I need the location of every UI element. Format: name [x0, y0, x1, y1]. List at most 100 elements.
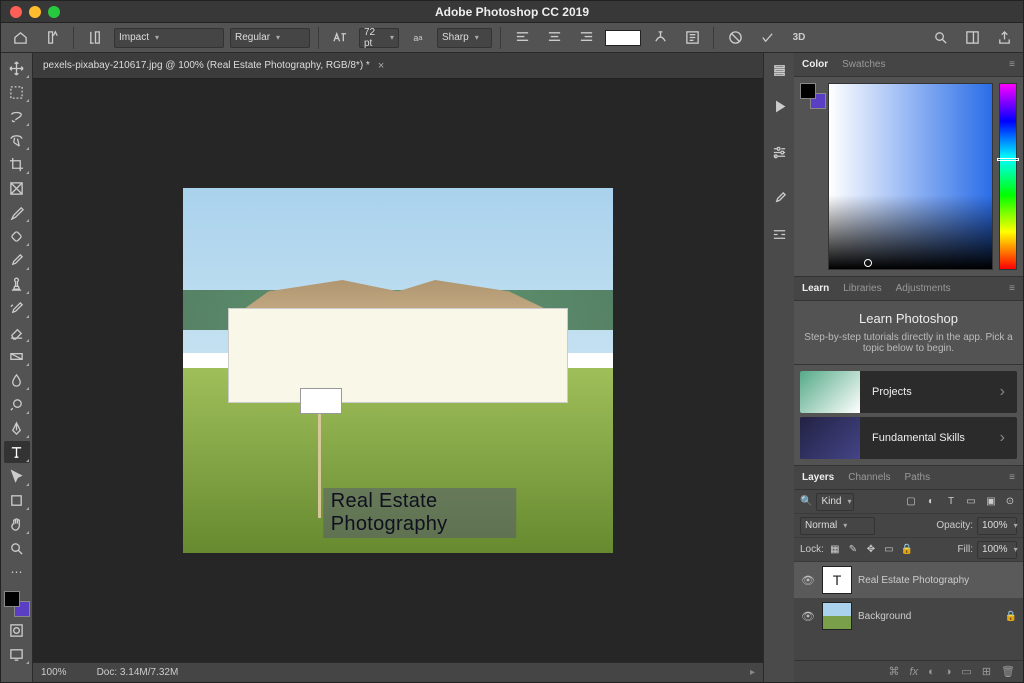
- new-layer-icon[interactable]: ⊞: [982, 665, 991, 678]
- font-family-select[interactable]: Impact▾: [114, 28, 224, 48]
- hand-tool[interactable]: [4, 513, 30, 535]
- brush-settings-panel-icon[interactable]: [766, 223, 792, 245]
- pen-tool[interactable]: [4, 417, 30, 439]
- filter-smart-icon[interactable]: ▣: [983, 491, 999, 513]
- document-tab[interactable]: pexels-pixabay-210617.jpg @ 100% (Real E…: [33, 53, 763, 79]
- filter-type-icon[interactable]: T: [943, 491, 959, 513]
- brush-tool[interactable]: [4, 249, 30, 271]
- tab-swatches[interactable]: Swatches: [842, 59, 885, 70]
- filter-shape-icon[interactable]: ▭: [963, 491, 979, 513]
- canvas-area[interactable]: Real Estate Photography: [33, 79, 763, 662]
- font-size-select[interactable]: 72 pt▾: [359, 28, 399, 48]
- close-tab-icon[interactable]: ×: [378, 60, 384, 72]
- fg-bg-color[interactable]: [4, 591, 30, 617]
- crop-tool[interactable]: [4, 153, 30, 175]
- path-select-tool[interactable]: [4, 465, 30, 487]
- zoom-level[interactable]: 100%: [41, 667, 67, 678]
- toolbar-more[interactable]: ⋯: [4, 561, 30, 583]
- fill-input[interactable]: 100%▾: [977, 541, 1017, 559]
- lock-all-icon[interactable]: 🔒: [900, 539, 914, 561]
- lock-paint-icon[interactable]: ✎: [846, 539, 860, 561]
- minimize-window[interactable]: [29, 6, 41, 18]
- tab-paths[interactable]: Paths: [905, 472, 931, 483]
- tab-layers[interactable]: Layers: [802, 472, 834, 483]
- tab-adjustments[interactable]: Adjustments: [896, 283, 951, 294]
- lock-nest-icon[interactable]: ▭: [882, 539, 896, 561]
- antialias-select[interactable]: Sharp▾: [437, 28, 492, 48]
- canvas[interactable]: Real Estate Photography: [183, 188, 613, 553]
- commit-icon[interactable]: [754, 27, 780, 49]
- tab-learn[interactable]: Learn: [802, 283, 829, 294]
- type-tool[interactable]: [4, 441, 30, 463]
- adjustment-icon[interactable]: ◑: [945, 666, 952, 678]
- layer-item[interactable]: 👁 Background 🔒: [794, 598, 1023, 634]
- zoom-tool[interactable]: [4, 537, 30, 559]
- color-field[interactable]: [828, 83, 993, 270]
- warp-text-icon[interactable]: [647, 27, 673, 49]
- status-arrow[interactable]: ▸: [750, 667, 755, 678]
- link-layers-icon[interactable]: ⌘: [889, 665, 900, 678]
- filter-toggle[interactable]: ⊙: [1003, 491, 1017, 513]
- blend-mode-select[interactable]: Normal▾: [800, 517, 875, 535]
- lock-trans-icon[interactable]: ▦: [828, 539, 842, 561]
- panel-menu-icon[interactable]: ≡: [1009, 59, 1015, 70]
- share-icon[interactable]: [991, 27, 1017, 49]
- delete-layer-icon[interactable]: 🗑: [1001, 665, 1015, 678]
- layer-filter-select[interactable]: Kind▾: [816, 493, 854, 511]
- lasso-tool[interactable]: [4, 105, 30, 127]
- watermark-text[interactable]: Real Estate Photography: [323, 488, 517, 538]
- search-icon[interactable]: [927, 27, 953, 49]
- history-panel-icon[interactable]: [766, 59, 792, 81]
- move-tool[interactable]: [4, 57, 30, 79]
- cancel-icon[interactable]: [722, 27, 748, 49]
- panel-menu-icon[interactable]: ≡: [1009, 283, 1015, 294]
- home-icon[interactable]: [7, 27, 33, 49]
- brushes-panel-icon[interactable]: [766, 187, 792, 209]
- learn-card-fundamentals[interactable]: Fundamental Skills›: [800, 417, 1017, 459]
- tab-color[interactable]: Color: [802, 59, 828, 70]
- text-color-swatch[interactable]: [605, 30, 641, 46]
- doc-size[interactable]: Doc: 3.14M/7.32M: [97, 667, 179, 678]
- tool-preset-icon[interactable]: [39, 27, 65, 49]
- blur-tool[interactable]: [4, 369, 30, 391]
- align-right-icon[interactable]: [573, 27, 599, 49]
- dodge-tool[interactable]: [4, 393, 30, 415]
- layer-item[interactable]: 👁 T Real Estate Photography: [794, 562, 1023, 598]
- shape-tool[interactable]: [4, 489, 30, 511]
- opacity-input[interactable]: 100%▾: [977, 517, 1017, 535]
- orientation-icon[interactable]: [82, 27, 108, 49]
- quickmask-tool[interactable]: [4, 619, 30, 641]
- close-window[interactable]: [10, 6, 22, 18]
- quick-select-tool[interactable]: [4, 129, 30, 151]
- maximize-window[interactable]: [48, 6, 60, 18]
- lock-pos-icon[interactable]: ✥: [864, 539, 878, 561]
- filter-adjust-icon[interactable]: ◐: [923, 491, 939, 513]
- tab-libraries[interactable]: Libraries: [843, 283, 881, 294]
- eraser-tool[interactable]: [4, 321, 30, 343]
- visibility-icon[interactable]: 👁: [800, 574, 816, 587]
- hue-slider[interactable]: [999, 83, 1017, 270]
- healing-tool[interactable]: [4, 225, 30, 247]
- threed-icon[interactable]: 3D: [786, 27, 812, 49]
- screenmode-tool[interactable]: [4, 643, 30, 665]
- actions-panel-icon[interactable]: [766, 95, 792, 117]
- layer-name[interactable]: Background: [858, 611, 911, 622]
- learn-card-projects[interactable]: Projects›: [800, 371, 1017, 413]
- frame-tool[interactable]: [4, 177, 30, 199]
- history-brush-tool[interactable]: [4, 297, 30, 319]
- group-icon[interactable]: ▭: [961, 665, 971, 678]
- align-left-icon[interactable]: [509, 27, 535, 49]
- layer-name[interactable]: Real Estate Photography: [858, 575, 969, 586]
- marquee-tool[interactable]: [4, 81, 30, 103]
- font-weight-select[interactable]: Regular▾: [230, 28, 310, 48]
- panel-menu-icon[interactable]: ≡: [1009, 472, 1015, 483]
- picker-fg-bg[interactable]: [800, 83, 826, 109]
- fx-icon[interactable]: fx: [910, 666, 919, 678]
- visibility-icon[interactable]: 👁: [800, 610, 816, 623]
- properties-panel-icon[interactable]: [766, 141, 792, 163]
- tab-channels[interactable]: Channels: [848, 472, 890, 483]
- filter-image-icon[interactable]: ▢: [903, 491, 919, 513]
- mask-icon[interactable]: ◐: [928, 666, 935, 678]
- align-center-icon[interactable]: [541, 27, 567, 49]
- workspace-icon[interactable]: [959, 27, 985, 49]
